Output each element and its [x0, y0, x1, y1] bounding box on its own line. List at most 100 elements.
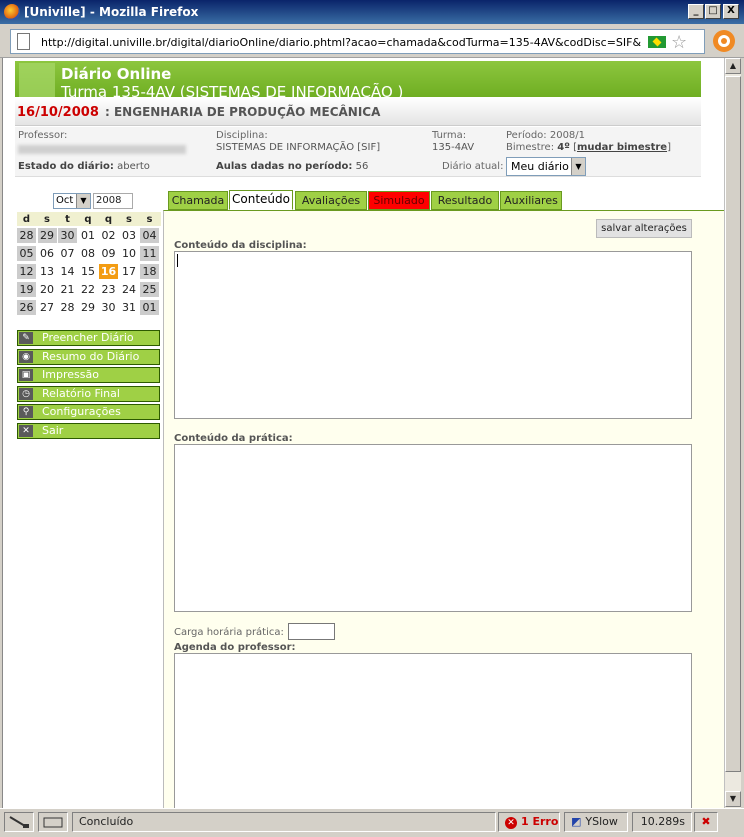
calendar-day[interactable]: 11 [140, 246, 159, 261]
text-cursor [177, 254, 178, 267]
estado-label: Estado do diário: [18, 161, 114, 172]
weekday-label: q [84, 214, 92, 225]
calendar-day[interactable]: 01 [79, 228, 98, 243]
bimestre-value: 4º [557, 142, 570, 153]
menu-item-resumo-do-di-rio[interactable]: ◉ Resumo do Diário [17, 348, 160, 365]
vertical-scrollbar[interactable]: ▲ ▼ [724, 58, 741, 808]
connection-icon[interactable] [4, 812, 34, 832]
current-date: 16/10/2008 [17, 105, 99, 120]
calendar-day[interactable]: 15 [79, 264, 98, 279]
yslow-indicator[interactable]: ◩ YSlow [564, 812, 628, 832]
tab-conteudo[interactable]: Conteúdo [229, 190, 293, 210]
calendar-day[interactable]: 25 [140, 282, 159, 297]
calendar-day[interactable]: 18 [140, 264, 159, 279]
pratica-content-textarea[interactable] [174, 444, 692, 612]
calendar-day[interactable]: 28 [58, 300, 77, 315]
bookmark-star-icon[interactable]: ☆ [671, 32, 687, 53]
calendar-day[interactable]: 01 [140, 300, 159, 315]
url-text[interactable]: http://digital.univille.br/digital/diari… [41, 36, 641, 49]
diario-atual-value: Meu diário [511, 160, 569, 173]
calendar-day[interactable]: 14 [58, 264, 77, 279]
calendar-day[interactable]: 20 [38, 282, 57, 297]
periodo-label: Período: 2008/1 [506, 130, 586, 141]
close-button[interactable]: X [723, 4, 739, 19]
calendar-day[interactable]: 28 [17, 228, 36, 243]
bracket-close: ] [667, 142, 671, 153]
page-icon [17, 33, 30, 50]
calendar-day[interactable]: 26 [17, 300, 36, 315]
address-field[interactable]: http://digital.univille.br/digital/diari… [10, 29, 705, 54]
error-indicator[interactable]: ✕ 1 Erro [498, 812, 560, 832]
calendar-day[interactable]: 30 [99, 300, 118, 315]
weekday-label: q [104, 214, 113, 225]
calendar-day[interactable]: 07 [58, 246, 77, 261]
calendar-day[interactable]: 13 [38, 264, 57, 279]
calendar-day[interactable]: 02 [99, 228, 118, 243]
calendar-day[interactable]: 22 [79, 282, 98, 297]
tab-simulado[interactable]: Simulado [368, 191, 430, 210]
calendar-day[interactable]: 19 [17, 282, 36, 297]
menu-item-configura-es[interactable]: ⚲ Configurações [17, 404, 160, 420]
diario-atual-select[interactable]: Meu diário ▼ [506, 157, 586, 176]
estado-value: aberto [117, 161, 150, 172]
calendar-day[interactable]: 03 [120, 228, 139, 243]
calendar-day[interactable]: 09 [99, 246, 118, 261]
calendar-day[interactable]: 30 [58, 228, 77, 243]
weekday-label: s [126, 214, 132, 225]
load-time: 10.289s [632, 812, 692, 832]
calendar: Oct ▼ 2008 dstqqss 28 29 30 01 02 03 04 05 06 07 0… [17, 192, 161, 316]
tab-avaliacoes[interactable]: Avaliações [295, 191, 367, 210]
calendar-day[interactable]: 31 [120, 300, 139, 315]
scroll-up-icon[interactable]: ▲ [725, 58, 741, 74]
tab-chamada[interactable]: Chamada [168, 191, 228, 210]
year-input[interactable]: 2008 [93, 193, 133, 209]
menu-item-label: Relatório Final [42, 386, 120, 400]
mudar-bimestre-link[interactable]: mudar bimestre [577, 142, 667, 153]
menu-item-preencher-di-rio[interactable]: ✎ Preencher Diário [17, 330, 160, 346]
calendar-day[interactable]: 08 [79, 246, 98, 261]
menu-item-label: Preencher Diário [42, 331, 134, 344]
calendar-day[interactable]: 29 [79, 300, 98, 315]
month-select[interactable]: Oct ▼ [53, 193, 91, 209]
calendar-day[interactable]: 17 [120, 264, 139, 279]
menu-item-relat-rio-final[interactable]: ◷ Relatório Final [17, 385, 160, 402]
univille-logo-icon [19, 63, 55, 97]
calendar-day[interactable]: 12 [17, 264, 36, 279]
printer-icon: ▣ [19, 369, 33, 381]
agenda-textarea[interactable] [174, 653, 692, 808]
aulas-label: Aulas dadas no período: [216, 161, 353, 172]
calendar-day[interactable]: 27 [38, 300, 57, 315]
calendar-day[interactable]: 16 [99, 264, 118, 279]
carga-input[interactable] [288, 623, 335, 640]
tab-auxiliares[interactable]: Auxiliares [500, 191, 562, 210]
calendar-day[interactable]: 29 [37, 228, 57, 243]
calendar-day[interactable]: 23 [99, 282, 118, 297]
scroll-down-icon[interactable]: ▼ [725, 791, 741, 807]
turma-label: Turma: [432, 130, 467, 141]
save-button[interactable]: salvar alterações [596, 219, 692, 238]
status-bar: Concluído ✕ 1 Erro ◩ YSlow 10.289s ✖ [0, 808, 744, 834]
ff-menu-icon[interactable] [710, 27, 738, 55]
menu-item-label: Resumo do Diário [42, 349, 140, 363]
calendar-day[interactable]: 24 [120, 282, 139, 297]
turma-value: 135-4AV [432, 142, 475, 153]
menu-item-impress-o[interactable]: ▣ Impressão [17, 367, 160, 383]
yslow-icon: ◩ [571, 815, 582, 828]
menu-item-sair[interactable]: ✕ Sair [17, 422, 160, 439]
calendar-day[interactable]: 21 [58, 282, 77, 297]
firebug-icon[interactable]: ✖ [694, 812, 718, 832]
calendar-day[interactable]: 05 [17, 246, 36, 261]
magnifier-icon: ⚲ [19, 406, 33, 418]
pencil-icon: ✎ [19, 332, 33, 344]
calendar-day[interactable]: 06 [38, 246, 57, 261]
clock-icon: ◷ [19, 387, 33, 400]
tab-resultado[interactable]: Resultado [431, 191, 499, 210]
calendar-day[interactable]: 10 [120, 246, 139, 261]
disciplina-content-textarea[interactable] [174, 251, 692, 419]
close-icon: ✕ [19, 424, 33, 437]
scroll-thumb[interactable] [725, 76, 741, 772]
calendar-day[interactable]: 04 [140, 228, 159, 243]
maximize-button[interactable]: □ [705, 4, 721, 19]
page-size-icon[interactable] [38, 812, 68, 832]
minimize-button[interactable]: _ [688, 4, 704, 19]
